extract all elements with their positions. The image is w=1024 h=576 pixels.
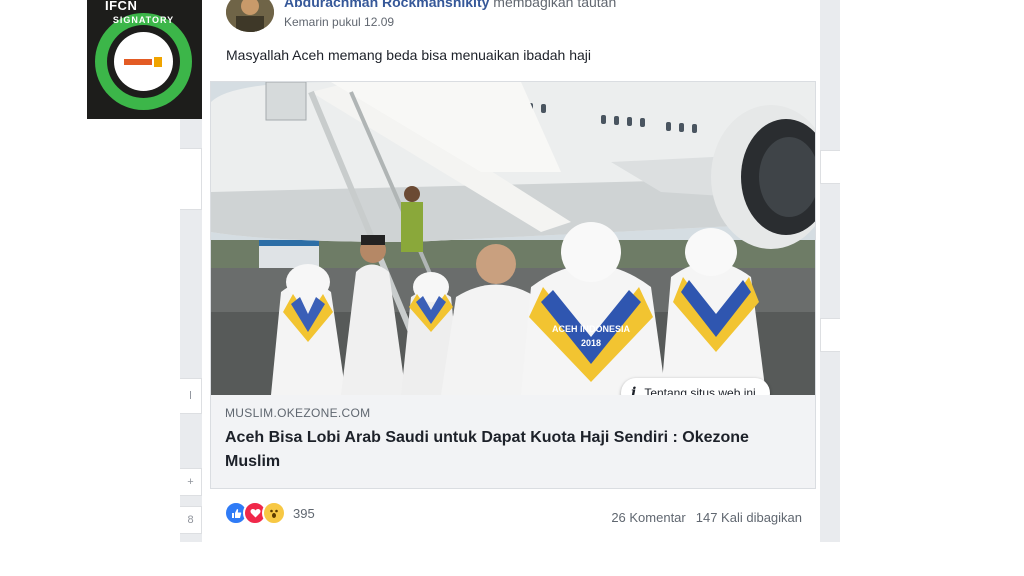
- link-preview-image[interactable]: ACEH INDONESIA 2018 i Tentang situs web …: [211, 82, 815, 395]
- sidebar-stub: l: [180, 378, 202, 414]
- link-preview-card[interactable]: ACEH INDONESIA 2018 i Tentang situs web …: [210, 81, 816, 489]
- background-right-column: [820, 0, 840, 542]
- post-text: Masyallah Aceh memang beda bisa menuaika…: [226, 47, 592, 63]
- scarf-year: 2018: [581, 338, 601, 348]
- comments-count-link[interactable]: 26 Komentar: [611, 510, 685, 525]
- link-domain: MUSLIM.OKEZONE.COM: [225, 406, 371, 420]
- author-action-text: membagikan tautan: [493, 0, 617, 10]
- shares-count-link[interactable]: 147 Kali dibagikan: [696, 510, 802, 525]
- info-icon: i: [631, 385, 637, 395]
- sidebar-stub: [180, 148, 202, 210]
- post-timestamp[interactable]: Kemarin pukul 12.09: [284, 15, 394, 29]
- badge-ring-inner: [107, 25, 180, 98]
- sidebar-stub: [820, 150, 840, 184]
- ifcn-title: IFCN: [105, 0, 138, 13]
- badge-ring: SIGNATORY: [95, 13, 192, 110]
- engagement-stats: 26 Komentar 147 Kali dibagikan: [611, 510, 802, 525]
- post-header: Abdurachman Rockmanshikity membagikan ta…: [284, 0, 616, 10]
- sidebar-stub: +: [180, 468, 202, 496]
- avatar[interactable]: [226, 0, 274, 32]
- badge-logo: [114, 32, 173, 91]
- ifcn-signatory-badge: IFCN SIGNATORY: [87, 0, 202, 119]
- sidebar-stub: [820, 318, 840, 352]
- organization-logo-icon: [123, 56, 162, 67]
- about-website-label: Tentang situs web ini: [644, 386, 756, 395]
- sidebar-stub: 8: [180, 506, 202, 534]
- about-website-button[interactable]: i Tentang situs web ini: [621, 378, 770, 395]
- scarf-text: ACEH INDONESIA: [552, 324, 631, 334]
- reaction-count: 395: [293, 505, 315, 521]
- wow-reaction-icon: [262, 501, 286, 525]
- author-name-link[interactable]: Abdurachman Rockmanshikity: [284, 0, 489, 10]
- reaction-summary[interactable]: 395: [224, 501, 315, 525]
- badge-ring-text: SIGNATORY: [112, 15, 175, 25]
- facebook-post: Abdurachman Rockmanshikity membagikan ta…: [202, 0, 820, 542]
- link-headline[interactable]: Aceh Bisa Lobi Arab Saudi untuk Dapat Ku…: [225, 426, 795, 474]
- pilgrims-boarding-plane-photo: ACEH INDONESIA 2018: [211, 82, 815, 395]
